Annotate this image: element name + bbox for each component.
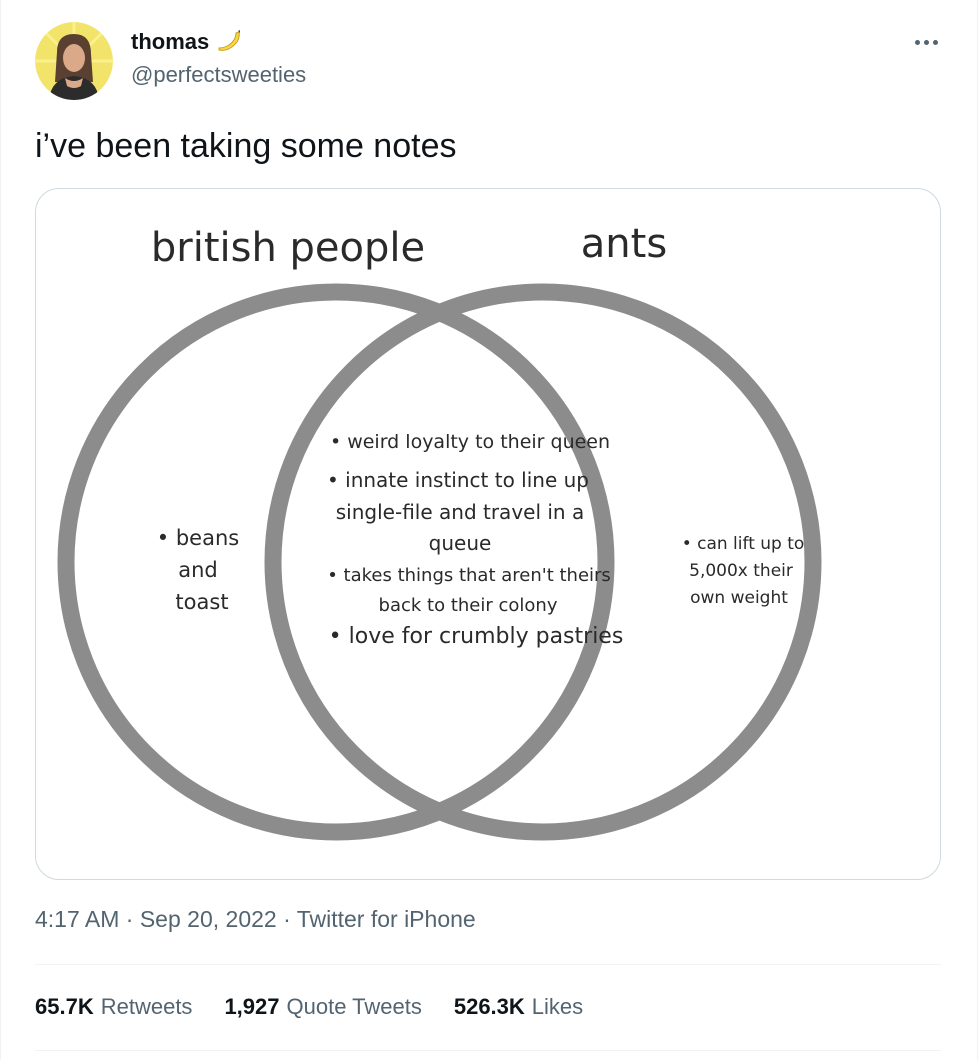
venn-diagram: british people ants • beans and toast • … xyxy=(57,221,822,841)
avatar-image xyxy=(35,22,113,100)
venn-overlap-item: • weird loyalty to their queen xyxy=(330,431,610,453)
avatar[interactable] xyxy=(35,22,113,100)
more-dot-icon xyxy=(932,39,938,45)
more-dot-icon xyxy=(923,39,929,45)
venn-overlap-item: • love for crumbly pastries xyxy=(329,624,624,649)
tweet-meta: 4:17 AM · Sep 20, 2022 · Twitter for iPh… xyxy=(35,906,476,933)
tweet-container: thomas @perfectsweeties i’ve been taking… xyxy=(0,0,978,1060)
tweet-date[interactable]: Sep 20, 2022 xyxy=(140,906,277,932)
retweets-label: Retweets xyxy=(100,994,193,1019)
venn-right-title: ants xyxy=(581,221,667,267)
likes-label: Likes xyxy=(531,994,584,1019)
tweet-source[interactable]: Twitter for iPhone xyxy=(297,906,476,932)
meta-separator: · xyxy=(276,906,297,932)
venn-right-item: 5,000x their xyxy=(689,561,793,581)
meta-separator: · xyxy=(119,906,140,932)
venn-left-item: • beans xyxy=(157,526,239,550)
likes-stat[interactable]: 526.3K Likes xyxy=(454,994,583,1020)
banana-icon xyxy=(215,28,243,56)
quote-tweets-count: 1,927 xyxy=(224,994,280,1019)
venn-overlap-item: single-file and travel in a xyxy=(336,500,584,524)
venn-overlap-item: • takes things that aren't theirs xyxy=(327,565,611,586)
tweet-image[interactable]: british people ants • beans and toast • … xyxy=(35,188,941,880)
retweets-count: 65.7K xyxy=(35,994,94,1019)
quote-tweets-stat[interactable]: 1,927 Quote Tweets xyxy=(224,994,421,1020)
venn-right-item: • can lift up to xyxy=(682,534,805,554)
likes-count: 526.3K xyxy=(453,994,525,1019)
venn-left-item: toast xyxy=(175,590,228,614)
display-name[interactable]: thomas xyxy=(131,29,209,55)
tweet-stats: 65.7K Retweets 1,927 Quote Tweets 526.3K Li… xyxy=(35,994,583,1020)
author-handle[interactable]: @perfectsweeties xyxy=(131,62,306,88)
retweets-stat[interactable]: 65.7K Retweets xyxy=(35,994,192,1020)
more-options-button[interactable] xyxy=(911,30,941,54)
venn-overlap-item: back to their colony xyxy=(379,595,558,616)
venn-overlap-item: queue xyxy=(429,531,492,555)
venn-right-item: own weight xyxy=(690,588,788,608)
venn-left-title: british people xyxy=(151,225,425,271)
divider xyxy=(35,1050,941,1051)
venn-left-item: and xyxy=(178,558,218,582)
more-dot-icon xyxy=(914,39,920,45)
venn-overlap-item: • innate instinct to line up xyxy=(327,468,589,492)
tweet-text: i’ve been taking some notes xyxy=(35,127,457,165)
author-name-row: thomas xyxy=(131,28,243,56)
venn-circle-left xyxy=(57,283,615,841)
tweet-time[interactable]: 4:17 AM xyxy=(35,906,119,932)
quote-tweets-label: Quote Tweets xyxy=(286,994,422,1019)
divider xyxy=(35,964,941,965)
